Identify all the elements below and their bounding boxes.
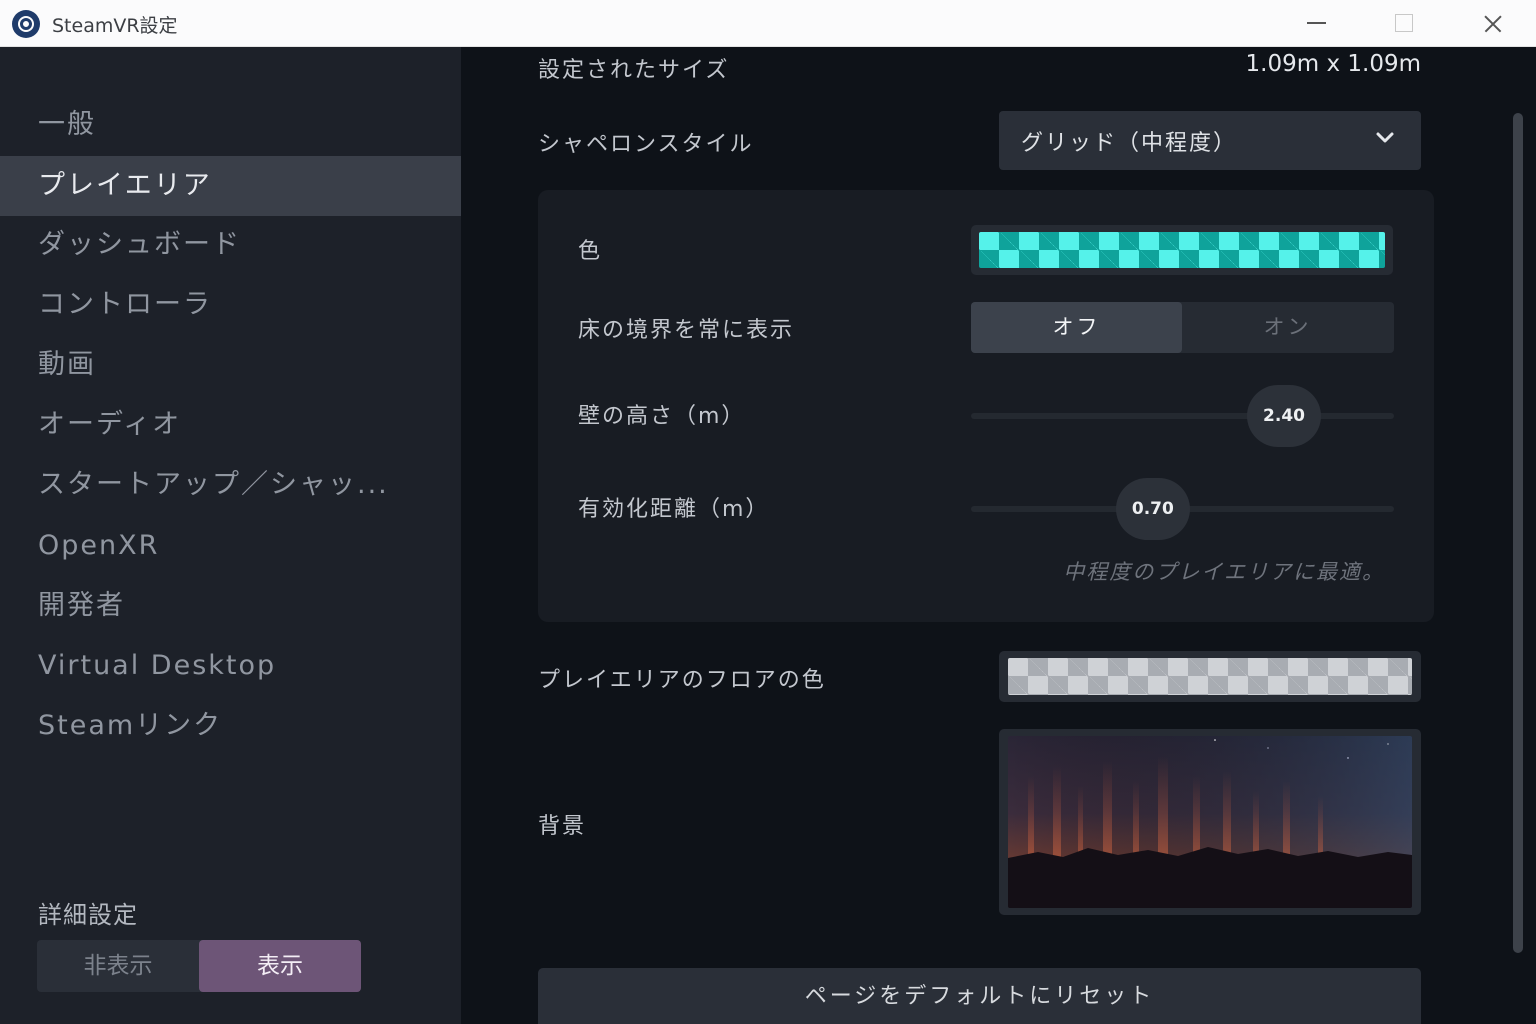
sidebar-item-steam-link[interactable]: Steamリンク xyxy=(0,696,461,756)
sidebar-item-virtual-desktop[interactable]: Virtual Desktop xyxy=(0,636,461,696)
main-content: 設定されたサイズ 1.09m x 1.09m シャペロンスタイル グリッド（中程… xyxy=(461,47,1536,1024)
floor-bounds-toggle: オフ オン xyxy=(971,302,1394,353)
close-button[interactable] xyxy=(1448,0,1536,47)
activation-distance-slider-handle[interactable]: 0.70 xyxy=(1115,478,1190,540)
sidebar-item-startup-shutdown[interactable]: スタートアップ／シャッ... xyxy=(0,455,461,515)
floor-bounds-on-option[interactable]: オン xyxy=(1182,302,1393,353)
title-bar: SteamVR設定 xyxy=(0,0,1536,47)
chevron-down-icon xyxy=(1376,132,1394,143)
sidebar-item-play-area[interactable]: プレイエリア xyxy=(0,156,461,216)
floor-color-preview xyxy=(1008,658,1412,695)
floor-color-label: プレイエリアのフロアの色 xyxy=(538,668,826,693)
scrollbar[interactable] xyxy=(1513,113,1523,953)
sidebar-item-controllers[interactable]: コントローラ xyxy=(0,275,461,335)
sidebar: 一般 プレイエリア ダッシュボード コントローラ 動画 オーディオ スタートアッ… xyxy=(0,47,461,1024)
window-title: SteamVR設定 xyxy=(52,15,178,37)
sidebar-item-developer[interactable]: 開発者 xyxy=(0,576,461,636)
sidebar-item-video[interactable]: 動画 xyxy=(0,335,461,395)
chaperone-style-selected: グリッド（中程度） xyxy=(1021,131,1238,156)
sidebar-item-openxr[interactable]: OpenXR xyxy=(0,516,461,576)
wall-height-slider-handle[interactable]: 2.40 xyxy=(1247,385,1322,447)
reset-page-button[interactable]: ページをデフォルトにリセット xyxy=(538,968,1421,1024)
floor-bounds-off-option[interactable]: オフ xyxy=(971,302,1182,353)
color-label: 色 xyxy=(578,239,603,264)
background-thumbnail xyxy=(1008,736,1412,908)
sidebar-item-audio[interactable]: オーディオ xyxy=(0,395,461,455)
chaperone-color-picker[interactable] xyxy=(971,225,1393,275)
minimize-button[interactable] xyxy=(1272,0,1360,47)
chaperone-style-dropdown[interactable]: グリッド（中程度） xyxy=(999,111,1421,170)
floor-color-picker[interactable] xyxy=(999,651,1421,702)
background-picker[interactable] xyxy=(999,729,1421,915)
configured-size-label: 設定されたサイズ xyxy=(538,58,730,83)
advanced-settings-toggle: 非表示 表示 xyxy=(37,940,361,992)
advanced-hide-option[interactable]: 非表示 xyxy=(37,940,199,992)
steamvr-gear-icon xyxy=(12,10,40,38)
chaperone-style-label: シャペロンスタイル xyxy=(538,132,754,157)
sidebar-item-dashboard[interactable]: ダッシュボード xyxy=(0,215,461,275)
wall-height-label: 壁の高さ（m） xyxy=(578,404,746,429)
play-area-hint: 中程度のプレイエリアに最適。 xyxy=(1063,560,1385,584)
sidebar-item-general[interactable]: 一般 xyxy=(0,95,461,155)
color-swatch-preview xyxy=(979,232,1385,268)
advanced-show-option[interactable]: 表示 xyxy=(199,940,361,992)
advanced-settings-label: 詳細設定 xyxy=(38,901,138,929)
floor-bounds-label: 床の境界を常に表示 xyxy=(578,318,795,343)
maximize-button[interactable] xyxy=(1360,0,1448,47)
configured-size-value: 1.09m x 1.09m xyxy=(1245,51,1421,77)
activation-distance-label: 有効化距離（m） xyxy=(578,497,770,522)
wall-height-slider[interactable] xyxy=(971,413,1394,419)
background-label: 背景 xyxy=(538,814,587,839)
